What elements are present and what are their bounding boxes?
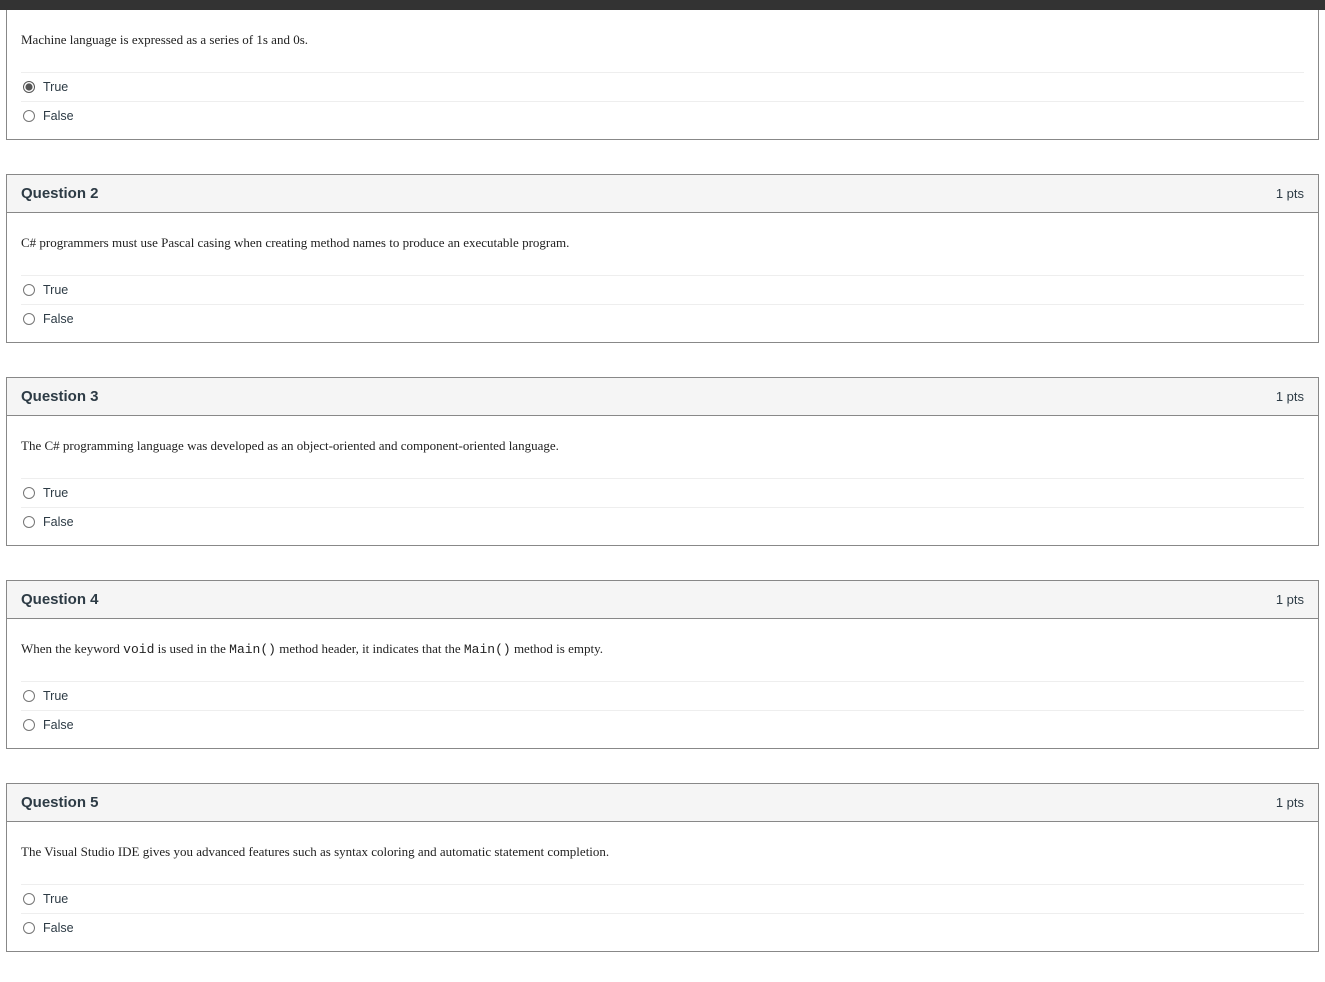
answer-label: False — [43, 109, 74, 123]
answer-label: False — [43, 312, 74, 326]
radio-false[interactable] — [23, 110, 35, 122]
question-points: 1 pts — [1276, 186, 1304, 201]
answer-option[interactable]: True — [21, 72, 1304, 101]
window-top-bar — [0, 0, 1325, 10]
question-prompt: The Visual Studio IDE gives you advanced… — [21, 844, 1304, 860]
radio-true[interactable] — [23, 284, 35, 296]
question-title: Question 2 — [21, 185, 99, 202]
answer-option[interactable]: True — [21, 275, 1304, 304]
question-body: The C# programming language was develope… — [7, 416, 1318, 545]
radio-false[interactable] — [23, 313, 35, 325]
question-card: Question 5 1 pts The Visual Studio IDE g… — [6, 783, 1319, 952]
answer-label: True — [43, 892, 68, 906]
question-title: Question 5 — [21, 794, 99, 811]
answer-label: True — [43, 486, 68, 500]
question-body: C# programmers must use Pascal casing wh… — [7, 213, 1318, 342]
quiz-container: Question 1 1 pts Machine language is exp… — [0, 10, 1325, 972]
answer-option[interactable]: True — [21, 478, 1304, 507]
answer-option[interactable]: False — [21, 101, 1304, 125]
question-title: Question 4 — [21, 591, 99, 608]
question-card: Question 2 1 pts C# programmers must use… — [6, 174, 1319, 343]
answer-label: True — [43, 283, 68, 297]
answer-option[interactable]: False — [21, 710, 1304, 734]
question-card: Question 1 1 pts Machine language is exp… — [6, 10, 1319, 140]
question-card: Question 3 1 pts The C# programming lang… — [6, 377, 1319, 546]
question-card: Question 4 1 pts When the keyword void i… — [6, 580, 1319, 749]
question-body: The Visual Studio IDE gives you advanced… — [7, 822, 1318, 951]
answer-label: False — [43, 515, 74, 529]
question-header: Question 4 1 pts — [7, 581, 1318, 619]
radio-false[interactable] — [23, 719, 35, 731]
radio-false[interactable] — [23, 516, 35, 528]
answer-option[interactable]: False — [21, 913, 1304, 937]
answer-option[interactable]: True — [21, 681, 1304, 710]
answer-label: True — [43, 689, 68, 703]
question-header: Question 2 1 pts — [7, 175, 1318, 213]
radio-true[interactable] — [23, 487, 35, 499]
question-prompt: When the keyword void is used in the Mai… — [21, 641, 1304, 657]
answer-option[interactable]: False — [21, 304, 1304, 328]
answer-option[interactable]: False — [21, 507, 1304, 531]
answer-label: False — [43, 921, 74, 935]
question-prompt: Machine language is expressed as a serie… — [21, 32, 1304, 48]
question-header: Question 5 1 pts — [7, 784, 1318, 822]
question-points: 1 pts — [1276, 389, 1304, 404]
answer-label: False — [43, 718, 74, 732]
question-points: 1 pts — [1276, 592, 1304, 607]
radio-true[interactable] — [23, 690, 35, 702]
question-points: 1 pts — [1276, 795, 1304, 810]
answer-label: True — [43, 80, 68, 94]
question-body: When the keyword void is used in the Mai… — [7, 619, 1318, 748]
question-prompt: C# programmers must use Pascal casing wh… — [21, 235, 1304, 251]
question-header: Question 3 1 pts — [7, 378, 1318, 416]
radio-true[interactable] — [23, 81, 35, 93]
question-body: Machine language is expressed as a serie… — [7, 10, 1318, 139]
radio-true[interactable] — [23, 893, 35, 905]
radio-false[interactable] — [23, 922, 35, 934]
question-title: Question 3 — [21, 388, 99, 405]
question-prompt: The C# programming language was develope… — [21, 438, 1304, 454]
answer-option[interactable]: True — [21, 884, 1304, 913]
